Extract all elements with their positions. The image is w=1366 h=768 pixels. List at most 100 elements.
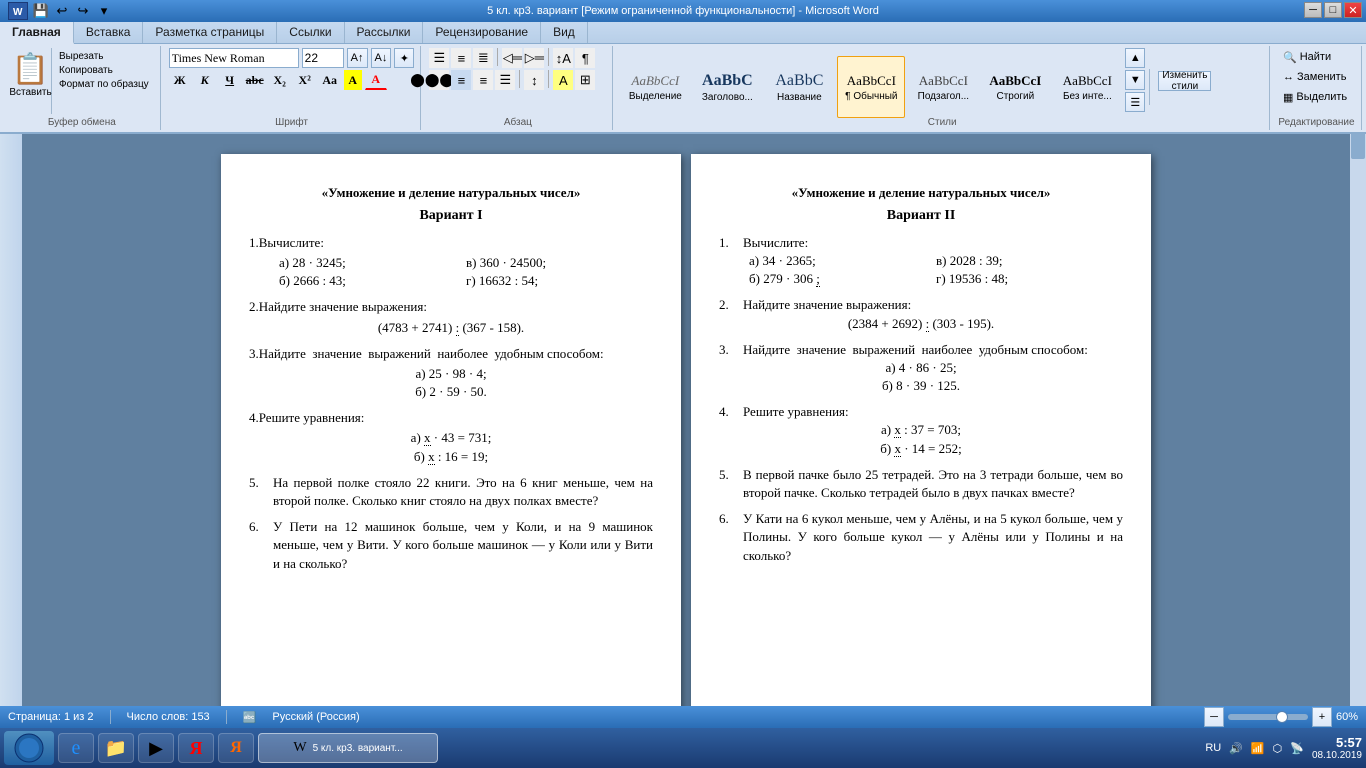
page1-title: «Умножение и деление натуральных чисел» — [249, 184, 653, 202]
close-button[interactable]: ✕ — [1344, 2, 1362, 18]
line-spacing-button[interactable]: ↕ — [524, 70, 544, 90]
style-heading[interactable]: AaBbC Заголово... — [693, 56, 761, 118]
cut-button[interactable]: Вырезать — [56, 50, 152, 63]
find-icon: 🔍 — [1283, 51, 1297, 64]
page2-task1: 1. Вычислите: а) 34 · 2365; б) 279 · 306… — [719, 234, 1123, 289]
page1-task2-expr: (4783 + 2741) : (367 - 158). — [249, 319, 653, 337]
font-format-row: Ж К Ч abc X₂ X² Aa A A — [169, 70, 387, 90]
explorer-button[interactable]: 📁 — [98, 733, 134, 763]
clear-format-button[interactable]: ✦ — [394, 48, 414, 68]
media-icon: ▶ — [149, 738, 163, 759]
font-grow-button[interactable]: A↑ — [347, 48, 368, 68]
tab-mailings[interactable]: Рассылки — [345, 22, 424, 43]
font-shrink-button[interactable]: A↓ — [371, 48, 392, 68]
page1-task1-b: б) 2666 : 43; — [279, 272, 466, 290]
tab-references[interactable]: Ссылки — [277, 22, 344, 43]
style-normal[interactable]: AaBbCcI ¶ Обычный — [837, 56, 905, 118]
styles-scroll-up[interactable]: ▲ — [1125, 48, 1145, 68]
change-styles-button[interactable]: Изменитьстили — [1158, 71, 1211, 91]
yandex2-button[interactable]: Я — [218, 733, 254, 763]
page2-task4-num: 4. — [719, 403, 743, 421]
vertical-ruler — [0, 134, 22, 746]
decrease-indent-button[interactable]: ◁═ — [502, 48, 522, 68]
tab-home[interactable]: Главная — [0, 22, 74, 44]
superscript-button[interactable]: X² — [294, 70, 316, 90]
copy-button[interactable]: Копировать — [56, 64, 152, 77]
subscript-button[interactable]: X₂ — [269, 70, 291, 90]
media-button[interactable]: ▶ — [138, 733, 174, 763]
word-taskbar-button[interactable]: W 5 кл. кр3. вариант... — [258, 733, 438, 763]
start-button[interactable] — [4, 731, 54, 765]
case-button[interactable]: Aa — [319, 70, 341, 90]
bold-button[interactable]: Ж — [169, 70, 191, 90]
page1-task4-items: а) x · 43 = 731; б) x : 16 = 19; — [249, 429, 653, 465]
numbering-button[interactable]: ≡ — [451, 48, 471, 68]
vertical-scrollbar[interactable]: ▲ — [1350, 112, 1366, 746]
align-justify-button[interactable]: ☰ — [495, 70, 515, 90]
zoom-in-button[interactable]: + — [1312, 707, 1332, 727]
style-nospace-preview: AaBbCcI — [1063, 73, 1112, 89]
bluetooth-icon: ⬡ — [1273, 742, 1283, 755]
style-strong[interactable]: AaBbCcI Строгий — [981, 56, 1049, 118]
page1-task2: 2.Найдите значение выражения: (4783 + 27… — [249, 298, 653, 336]
font-size-input[interactable] — [302, 48, 344, 68]
page1-task4-b: б) x : 16 = 19; — [249, 448, 653, 466]
style-selection[interactable]: AaBbCcI Выделение — [621, 56, 689, 118]
zoom-slider[interactable] — [1228, 714, 1308, 720]
yandex-button[interactable]: Я — [178, 733, 214, 763]
italic-button[interactable]: К — [194, 70, 216, 90]
replace-button[interactable]: ↔ Заменить — [1278, 68, 1351, 86]
page1-variant: Вариант I — [249, 206, 653, 226]
tab-review[interactable]: Рецензирование — [423, 22, 541, 43]
tab-insert[interactable]: Вставка — [74, 22, 144, 43]
show-formatting-button[interactable]: ¶ — [575, 48, 595, 68]
spell-check-icon: 🔤 — [243, 711, 257, 724]
tab-layout[interactable]: Разметка страницы — [143, 22, 277, 43]
style-title-label: Название — [777, 92, 822, 103]
page2-task2-num: 2. — [719, 296, 743, 314]
bullets-button[interactable]: ☰ — [429, 48, 449, 68]
increase-indent-button[interactable]: ▷═ — [524, 48, 544, 68]
style-heading-label: Заголово... — [702, 92, 753, 103]
ribbon-content: 📋 Вставить Вырезать Копировать Формат по… — [0, 44, 1366, 132]
style-subtitle[interactable]: AaBbCcI Подзагол... — [909, 56, 977, 118]
strikethrough-button[interactable]: abc — [244, 70, 266, 90]
shading-button[interactable]: A — [553, 70, 573, 90]
font-color-button[interactable]: A — [365, 70, 387, 90]
font-name-input[interactable] — [169, 48, 299, 68]
page1-task1: 1.Вычислите: а) 28 · 3245; б) 2666 : 43;… — [249, 234, 653, 291]
page2-task5-text: В первой пачке было 25 тетрадей. Это на … — [743, 466, 1123, 502]
minimize-button[interactable]: ─ — [1304, 2, 1322, 18]
page1-task3-header: 3.Найдите значение выражений наиболее уд… — [249, 345, 653, 363]
styles-more[interactable]: ☰ — [1125, 92, 1145, 112]
yandex-icon: Я — [190, 738, 203, 759]
maximize-button[interactable]: □ — [1324, 2, 1342, 18]
sort-button[interactable]: ↕A — [553, 48, 573, 68]
font-name-row: A↑ A↓ ✦ — [169, 48, 415, 68]
multilevel-button[interactable]: ≣ — [473, 48, 493, 68]
highlight-button[interactable]: A — [344, 70, 362, 90]
clipboard-sub: Вырезать Копировать Формат по образцу — [54, 48, 154, 114]
format-painter-button[interactable]: Формат по образцу — [56, 78, 152, 91]
page1-task1-header: 1.Вычислите: — [249, 234, 653, 252]
find-label: Найти — [1300, 51, 1331, 63]
ie-button[interactable]: e — [58, 733, 94, 763]
align-right-button[interactable]: ≡ — [473, 70, 493, 90]
change-styles-area: Изменитьстили — [1149, 69, 1215, 105]
styles-scroll-down[interactable]: ▼ — [1125, 70, 1145, 90]
style-nospace[interactable]: AaBbCcI Без инте... — [1053, 56, 1121, 118]
page2-task4-items: а) x : 37 = 703; б) x · 14 = 252; — [719, 421, 1123, 457]
select-button[interactable]: ▦ Выделить — [1278, 88, 1352, 106]
zoom-out-button[interactable]: ─ — [1204, 707, 1224, 727]
align-center-button[interactable]: ≡ — [451, 70, 471, 90]
underline-button[interactable]: Ч — [219, 70, 241, 90]
find-button[interactable]: 🔍 Найти — [1278, 48, 1336, 66]
style-title[interactable]: AaBbC Название — [765, 56, 833, 118]
paste-button[interactable]: 📋 Вставить — [10, 48, 52, 114]
tab-view[interactable]: Вид — [541, 22, 588, 43]
zoom-thumb[interactable] — [1276, 711, 1288, 723]
font-label: Шрифт — [163, 117, 421, 128]
border-button[interactable]: ⊞ — [575, 70, 595, 90]
paragraph-label: Абзац — [423, 117, 612, 128]
align-left-button[interactable]: ⬤⬤⬤⬤ — [429, 70, 449, 90]
